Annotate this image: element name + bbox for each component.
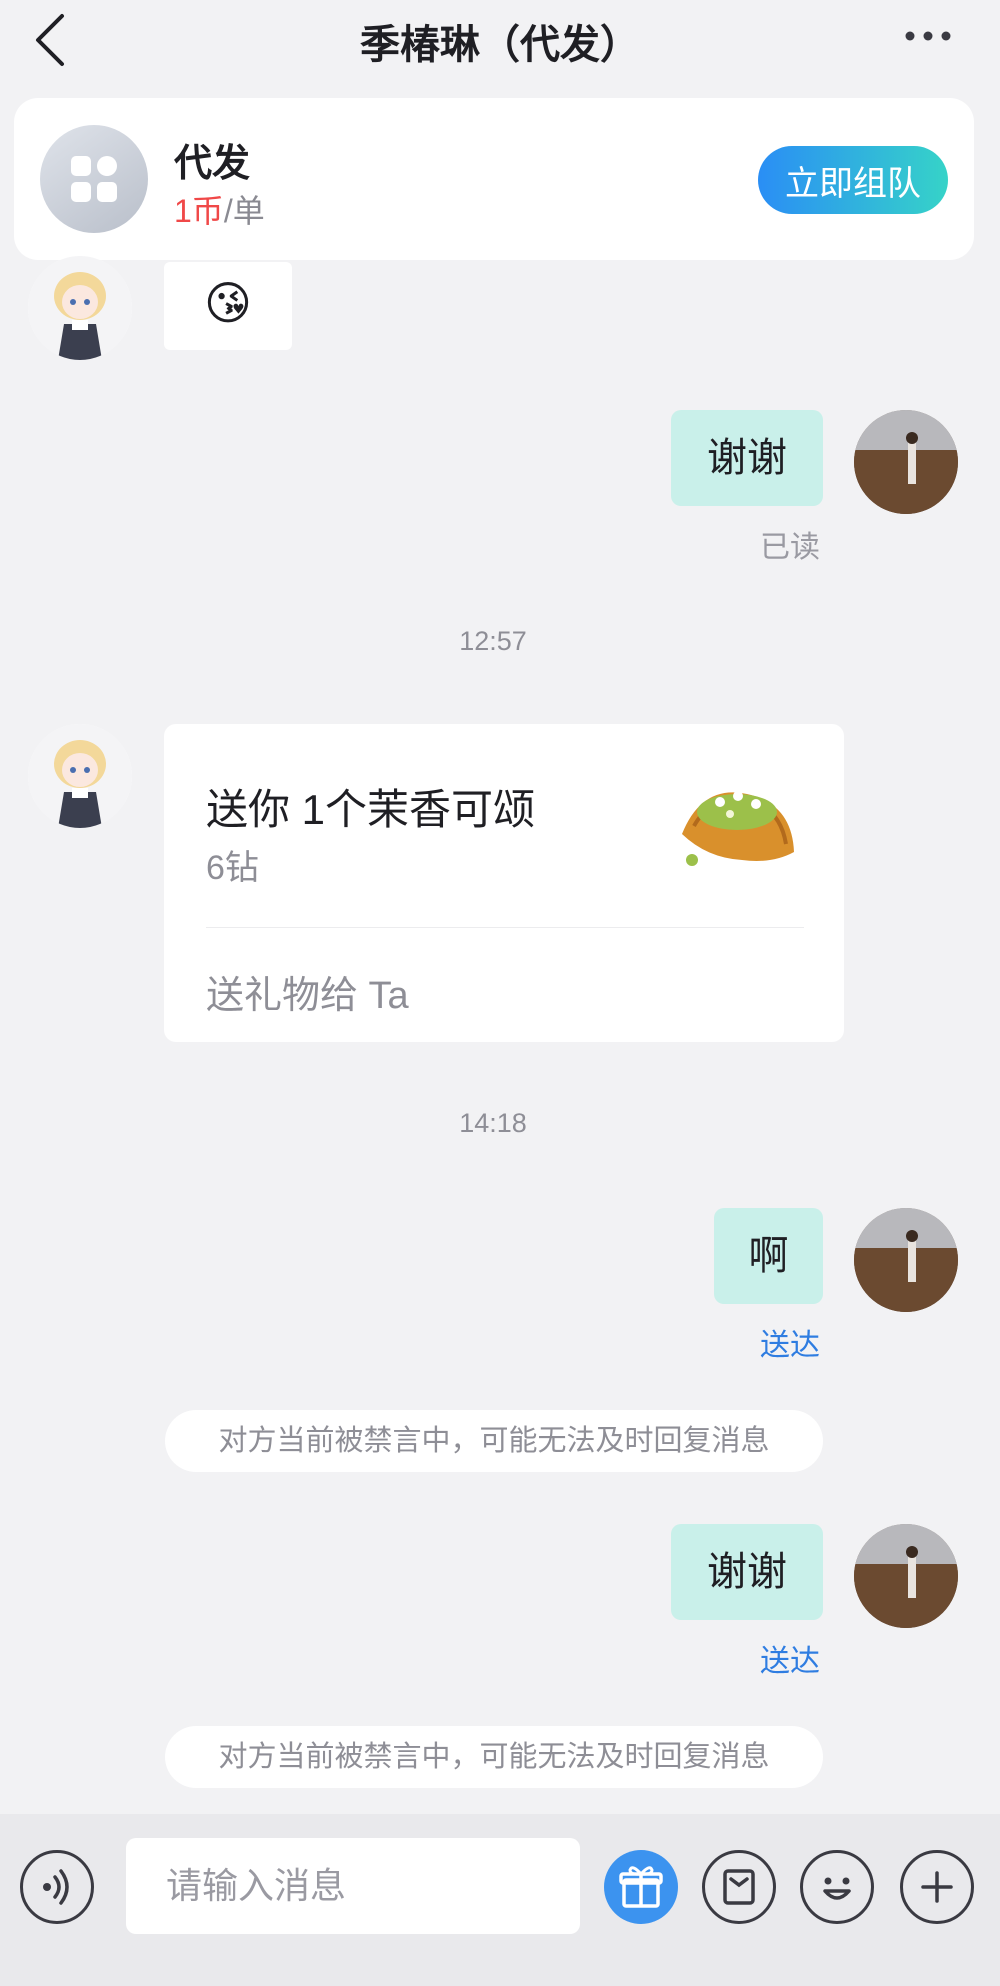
read-status: 已读: [760, 531, 820, 564]
self-avatar-image: [854, 410, 958, 514]
gift-title: 送你 1个茉香可颂: [206, 786, 536, 833]
service-icon: [40, 125, 148, 233]
system-notice: 对方当前被禁言中，可能无法及时回复消息: [165, 1410, 823, 1472]
team-up-button[interactable]: 立即组队: [758, 146, 948, 214]
service-price: 1币/单: [174, 186, 265, 232]
message-bubble-emoji[interactable]: 😘: [164, 262, 292, 350]
message-bubble-out[interactable]: 谢谢: [671, 1524, 823, 1620]
card-button[interactable]: [702, 1850, 776, 1924]
chat-title: 季椿琳（代发）: [360, 23, 640, 67]
message-input[interactable]: [126, 1838, 580, 1934]
system-notice: 对方当前被禁言中，可能无法及时回复消息: [165, 1726, 823, 1788]
anime-avatar-image: [28, 724, 132, 828]
delivered-status: 送达: [760, 1329, 820, 1362]
avatar-self[interactable]: [854, 410, 958, 514]
price-unit: /单: [223, 193, 265, 229]
gift-price: 6钻: [206, 849, 259, 887]
self-avatar-image: [854, 1208, 958, 1312]
croissant-image: [672, 764, 802, 884]
gift-button[interactable]: [604, 1850, 678, 1924]
self-avatar-image: [854, 1524, 958, 1628]
plus-icon: [921, 1871, 953, 1903]
service-name: 代发: [174, 143, 251, 185]
gift-card[interactable]: 送你 1个茉香可颂 6钻 送礼物给 Ta: [164, 724, 844, 1042]
avatar-other[interactable]: [28, 724, 132, 828]
card-icon: [723, 1869, 755, 1905]
avatar-self[interactable]: [854, 1208, 958, 1312]
more-icon: [905, 31, 951, 41]
voice-button[interactable]: [20, 1850, 94, 1924]
divider: [206, 927, 804, 928]
avatar-self[interactable]: [854, 1524, 958, 1628]
message-bubble-out[interactable]: 啊: [714, 1208, 823, 1304]
avatar-other[interactable]: [28, 256, 132, 360]
more-functions-button[interactable]: [900, 1850, 974, 1924]
send-gift-link[interactable]: 送礼物给 Ta: [206, 964, 409, 1019]
anime-avatar-image: [28, 256, 132, 360]
timestamp: 14:18: [459, 1108, 527, 1138]
voice-icon: [43, 1869, 69, 1905]
emoji-button[interactable]: [800, 1850, 874, 1924]
input-bar: [0, 1814, 1000, 1986]
grid-icon: [71, 156, 117, 202]
emoji-kiss: 😘: [204, 277, 252, 329]
more-button[interactable]: [900, 26, 960, 46]
timestamp: 12:57: [459, 626, 527, 656]
emoji-icon: [823, 1877, 851, 1900]
price-amount: 1币: [174, 193, 224, 229]
service-card[interactable]: 代发 1币/单 立即组队: [14, 98, 974, 260]
message-bubble-out[interactable]: 谢谢: [671, 410, 823, 506]
delivered-status: 送达: [760, 1645, 820, 1678]
gift-icon: [619, 1866, 663, 1908]
header-bar: 季椿琳（代发）: [0, 0, 1000, 78]
